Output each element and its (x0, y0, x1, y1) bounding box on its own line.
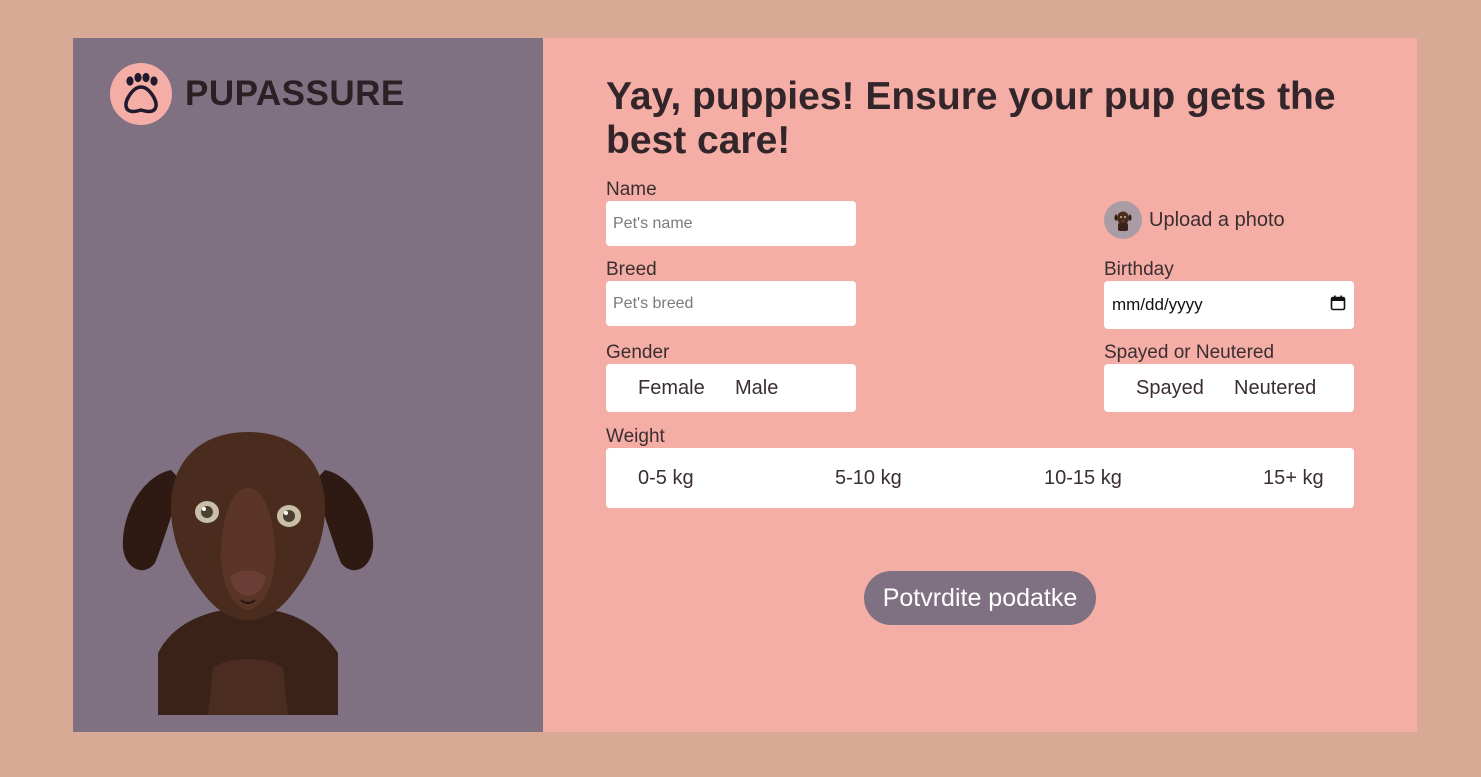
breed-label: Breed (606, 259, 657, 280)
spayed-neutered-label: Spayed or Neutered (1104, 342, 1275, 363)
gender-option-male[interactable]: Male (735, 377, 778, 400)
form-panel: Yay, puppies! Ensure your pup gets the b… (543, 38, 1417, 732)
birthday-label: Birthday (1104, 259, 1174, 280)
spayed-neutered-options: Spayed Neutered (1104, 364, 1354, 412)
breed-input[interactable] (606, 281, 856, 326)
option-neutered[interactable]: Neutered (1234, 377, 1316, 400)
weight-label: Weight (606, 426, 665, 447)
weight-option-5-10[interactable]: 5-10 kg (835, 467, 902, 490)
calendar-icon[interactable] (1330, 295, 1346, 316)
gender-option-female[interactable]: Female (638, 377, 705, 400)
signup-card: PUPASSURE Yay, puppies! Ensure your pup … (73, 38, 1417, 732)
gender-label: Gender (606, 342, 670, 363)
upload-photo-button[interactable]: Upload a photo (1104, 201, 1285, 239)
puppy-photo (113, 428, 383, 715)
weight-option-10-15[interactable]: 10-15 kg (1044, 467, 1122, 490)
brand: PUPASSURE (110, 63, 405, 125)
birthday-input[interactable]: mm/dd/yyyy (1104, 281, 1354, 329)
weight-option-15-plus[interactable]: 15+ kg (1263, 467, 1324, 490)
name-input[interactable] (606, 201, 856, 246)
brand-name: PUPASSURE (185, 74, 405, 113)
weight-options: 0-5 kg 5-10 kg 10-15 kg 15+ kg (606, 448, 1354, 508)
submit-button[interactable]: Potvrdite podatke (864, 571, 1096, 625)
option-spayed[interactable]: Spayed (1136, 377, 1204, 400)
gender-options: Female Male (606, 364, 856, 412)
weight-option-0-5[interactable]: 0-5 kg (638, 467, 694, 490)
page-title: Yay, puppies! Ensure your pup gets the b… (606, 75, 1336, 162)
birthday-value: mm/dd/yyyy (1112, 295, 1203, 314)
puppy-avatar-icon (1104, 201, 1142, 239)
sidebar-panel: PUPASSURE (73, 38, 543, 732)
name-label: Name (606, 179, 657, 200)
upload-photo-label: Upload a photo (1149, 208, 1285, 231)
paw-icon (110, 63, 172, 125)
